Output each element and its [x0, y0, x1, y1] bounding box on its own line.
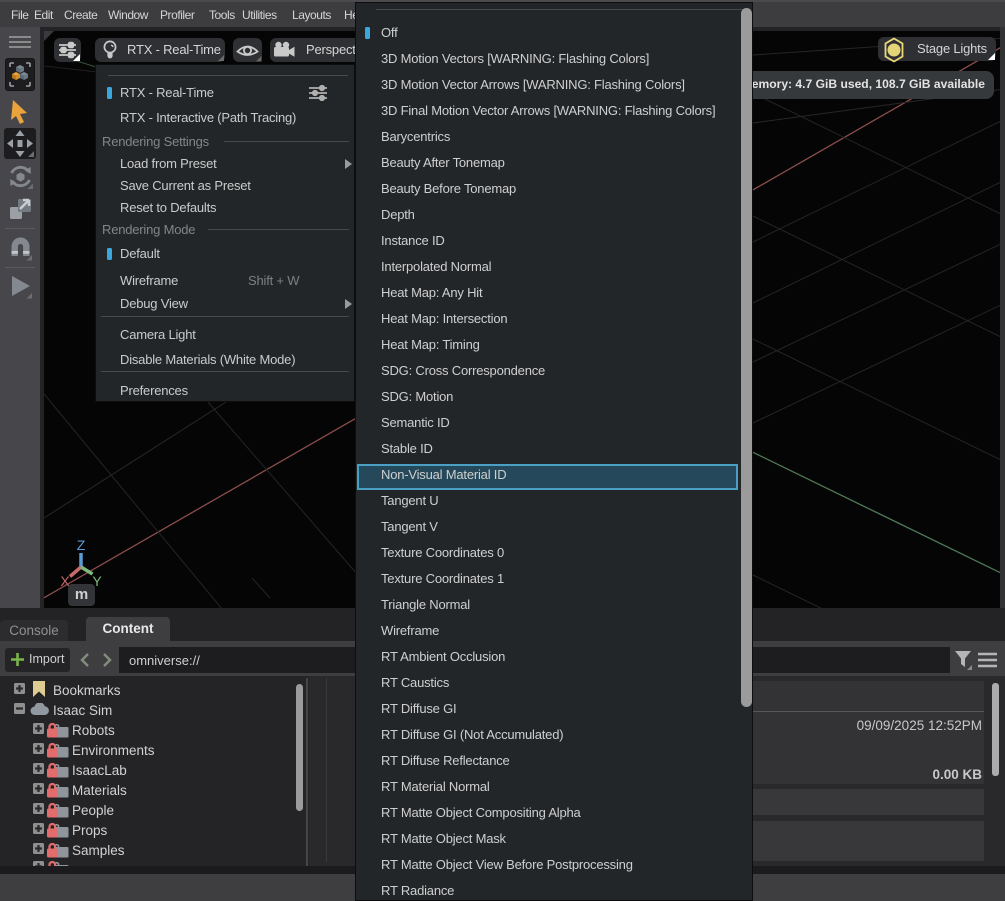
svg-text:Z: Z — [77, 537, 86, 553]
